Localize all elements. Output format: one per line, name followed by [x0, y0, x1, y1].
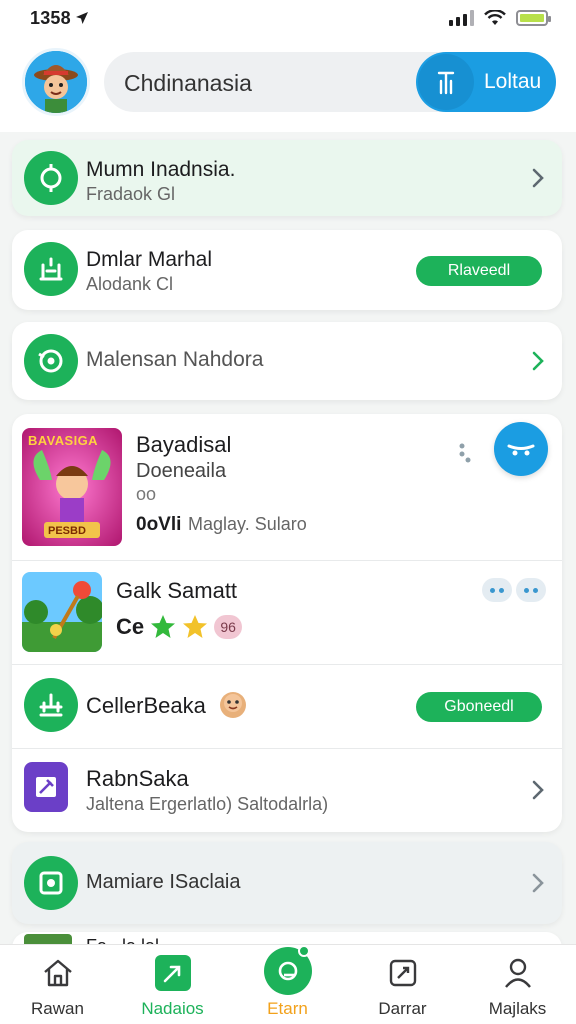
- bank-icon: [24, 242, 78, 296]
- game-art-badge: PESBD: [48, 525, 86, 537]
- game-artwork-2[interactable]: [22, 572, 102, 652]
- target-icon: [24, 151, 78, 205]
- status-time: 1358: [30, 7, 71, 28]
- nav-tag[interactable]: Darrar: [345, 945, 460, 1024]
- bank-icon: [24, 678, 78, 732]
- download-button[interactable]: Gboneedl: [416, 692, 542, 722]
- more-options-button-2[interactable]: [516, 578, 546, 602]
- app-header: Chdinanasia Loltau: [0, 36, 576, 132]
- cartoon-avatar-icon: [25, 51, 87, 113]
- tag-icon: [383, 953, 423, 993]
- game-title: Bayadisal: [136, 432, 232, 457]
- edit-icon: [24, 762, 68, 812]
- row-title: Mamiare ISaclaia: [86, 871, 241, 893]
- game-stat: 0oVli: [136, 514, 182, 535]
- list-subtitle: Jaltena Ergerlatlo) Saltodalrla): [86, 794, 329, 814]
- row-subtitle: Fradaok Gl: [86, 184, 176, 204]
- game-meta: Maglay. Sularo: [188, 514, 307, 534]
- nav-label: Nadaios: [141, 999, 204, 1018]
- more-options-button[interactable]: [482, 578, 512, 602]
- rating-icons: oo: [136, 484, 157, 504]
- nav-home[interactable]: Rawan: [0, 945, 115, 1024]
- skateboard-fab[interactable]: [494, 422, 548, 476]
- row-title: Malensan Nahdora: [86, 348, 264, 371]
- game-artwork-1[interactable]: BAVASIGA PESBD: [22, 428, 122, 546]
- game-stat: Ce: [116, 614, 145, 639]
- user-avatar[interactable]: [22, 48, 90, 116]
- bottom-nav: Rawan Nadaios Etarn Darrar Majlaks: [0, 944, 576, 1024]
- location-arrow-icon: [75, 12, 88, 24]
- home-icon: [38, 953, 78, 993]
- emoji-face-icon: [220, 692, 246, 718]
- list-title: RabnSaka: [86, 766, 189, 791]
- divider: [12, 664, 562, 665]
- game-title: Galk Samatt: [116, 578, 238, 603]
- list-item-row-3[interactable]: Malensan Nahdora: [12, 322, 562, 400]
- drag-handle-icon[interactable]: [458, 442, 472, 469]
- leaf-icon: [153, 953, 193, 993]
- radar-icon: [24, 334, 78, 388]
- wifi-icon: [484, 10, 506, 25]
- divider: [12, 560, 562, 561]
- frame-icon: [24, 856, 78, 910]
- list-item-row-frame[interactable]: Mamiare ISaclaia: [12, 842, 562, 924]
- search-button-label: Loltau: [484, 70, 542, 93]
- search-button[interactable]: Loltau: [416, 52, 556, 112]
- battery-icon: [516, 10, 551, 26]
- search-text: Chdinanasia: [124, 70, 252, 96]
- divider: [12, 748, 562, 749]
- games-card: BAVASIGA PESBD Bayadisal Doeneaila oo 0o…: [12, 414, 562, 832]
- status-indicators: [449, 10, 551, 26]
- chevron-right-icon: [528, 166, 548, 190]
- nav-profile[interactable]: Majlaks: [460, 945, 575, 1024]
- profile-icon: [498, 953, 538, 993]
- nav-label: Rawan: [31, 999, 84, 1018]
- nav-label: Etarn: [267, 999, 308, 1018]
- count-badge: 96: [214, 615, 243, 639]
- row-subtitle: Alodank Cl: [86, 274, 174, 294]
- game-rating-row: Ce 96: [116, 614, 243, 640]
- status-bar: 1358: [0, 0, 576, 36]
- chevron-right-icon: [528, 871, 548, 895]
- nav-center[interactable]: Etarn: [230, 945, 345, 1024]
- search-bar[interactable]: Chdinanasia Loltau: [104, 52, 556, 112]
- status-time-group: 1358: [30, 8, 89, 29]
- game-subtitle: Doeneaila: [136, 460, 227, 482]
- star-gold-icon: [183, 615, 208, 638]
- star-green-icon: [151, 615, 176, 638]
- nav-label: Majlaks: [488, 999, 547, 1018]
- list-title: CellerBeaka: [86, 693, 206, 718]
- nav-label: Darrar: [378, 999, 427, 1018]
- chevron-right-icon: [528, 349, 548, 373]
- nav-leaf[interactable]: Nadaios: [115, 945, 230, 1024]
- row-title: Dmlar Marhal: [86, 248, 213, 271]
- signal-icon: [449, 10, 474, 26]
- chevron-right-icon[interactable]: [528, 778, 548, 802]
- notification-dot: [298, 945, 310, 957]
- list-item-row-1[interactable]: Mumn Inadnsia. Fradaok Gl: [12, 140, 562, 216]
- list-item-row-2[interactable]: Dmlar Marhal Alodank Cl Rlaveedl: [12, 230, 562, 310]
- row-title: Mumn Inadnsia.: [86, 158, 236, 181]
- game-art-title: BAVASIGA: [28, 433, 98, 448]
- reveal-button[interactable]: Rlaveedl: [416, 256, 542, 286]
- person-icon: [418, 54, 474, 110]
